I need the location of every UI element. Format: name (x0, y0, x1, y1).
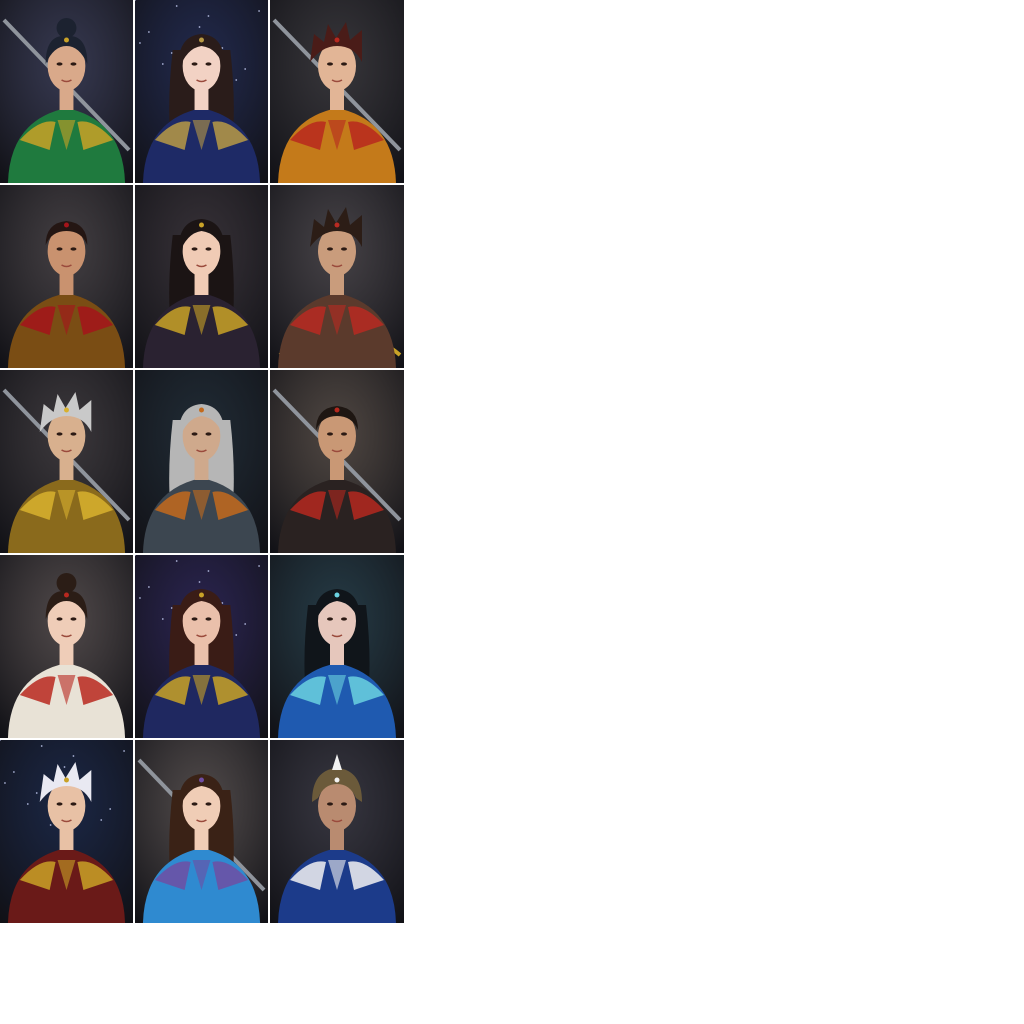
sorceress-portrait (135, 555, 268, 738)
fur-cloak-warlord-portrait (270, 740, 404, 923)
swordsman-portrait (270, 0, 404, 183)
portrait-tile[interactable] (135, 740, 268, 923)
portrait-tile[interactable] (135, 370, 268, 553)
armored-lord-portrait (270, 370, 404, 553)
portrait-tile[interactable] (270, 555, 404, 738)
portrait-tile[interactable] (270, 370, 404, 553)
dark-knight-portrait (135, 370, 268, 553)
portrait-tile[interactable] (270, 185, 404, 368)
silver-hair-warrior-portrait (0, 370, 133, 553)
portrait-tile[interactable] (135, 0, 268, 183)
portrait-tile[interactable] (270, 0, 404, 183)
general-portrait (0, 185, 133, 368)
court-lady-portrait (0, 555, 133, 738)
portrait-tile[interactable] (0, 555, 133, 738)
portrait-tile[interactable] (0, 370, 133, 553)
archer-portrait (270, 185, 404, 368)
portrait-tile[interactable] (0, 0, 133, 183)
portrait-tile[interactable] (270, 740, 404, 923)
white-hair-youth-portrait (0, 740, 133, 923)
blue-dress-lady-portrait (135, 740, 268, 923)
warrior-portrait (0, 0, 133, 183)
portrait-tile[interactable] (0, 185, 133, 368)
lady-portrait (135, 0, 268, 183)
priestess-portrait (135, 185, 268, 368)
jade-maiden-portrait (270, 555, 404, 738)
portrait-grid (0, 0, 404, 923)
portrait-tile[interactable] (0, 740, 133, 923)
portrait-tile[interactable] (135, 555, 268, 738)
portrait-tile[interactable] (135, 185, 268, 368)
